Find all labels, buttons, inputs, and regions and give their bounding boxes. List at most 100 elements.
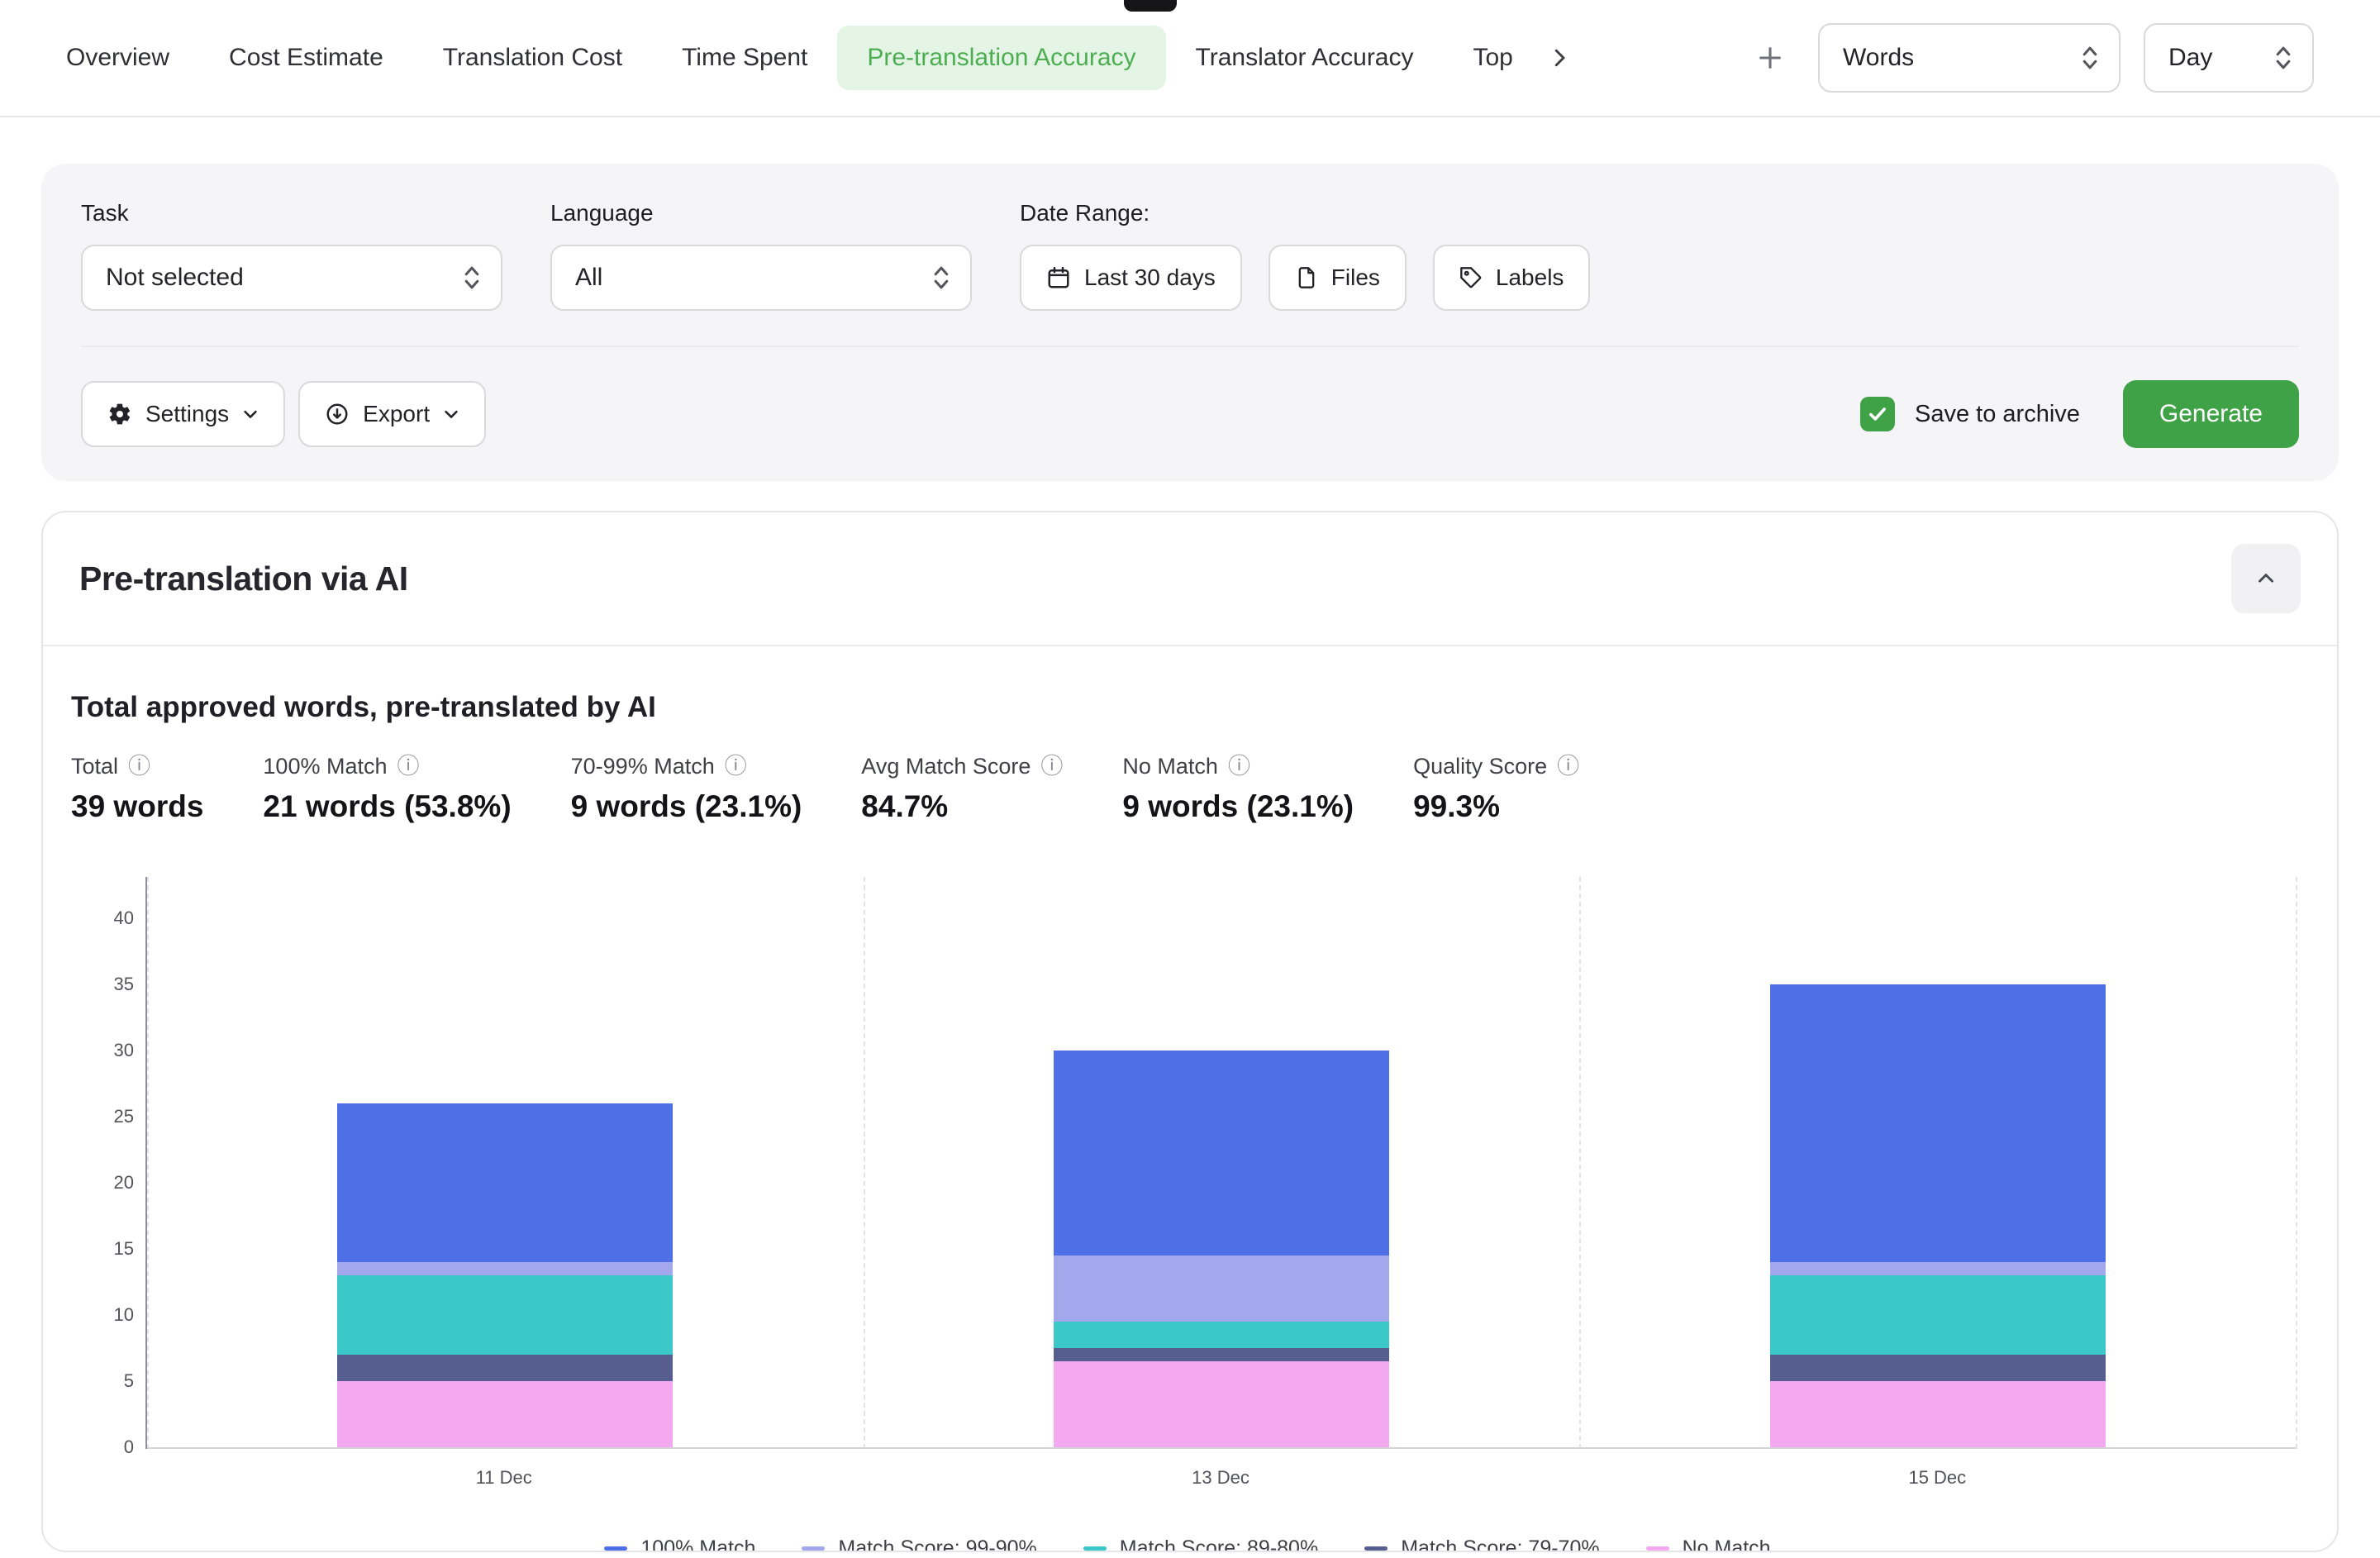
vertical-gridline [2296, 877, 2297, 1449]
info-icon[interactable]: ⓘ [397, 755, 420, 778]
legend-item: Match Score: 79-70% [1364, 1537, 1599, 1552]
export-label: Export [363, 401, 430, 427]
download-icon [325, 402, 350, 426]
export-button[interactable]: Export [298, 381, 486, 447]
tab-time-spent[interactable]: Time Spent [652, 26, 837, 90]
stat-value: 21 words (53.8%) [263, 789, 511, 824]
check-icon [1867, 403, 1888, 425]
vertical-gridline [864, 877, 865, 1449]
legend-swatch [1646, 1546, 1669, 1551]
stat-label: Quality Score [1413, 754, 1547, 779]
info-icon[interactable]: ⓘ [1557, 755, 1579, 778]
bar-segment[interactable] [1054, 1322, 1389, 1348]
tabs-scroll-right-button[interactable] [1535, 33, 1584, 83]
y-axis-tick-label: 15 [68, 1238, 134, 1260]
stat-value: 9 words (23.1%) [571, 789, 802, 824]
vertical-gridline [1579, 877, 1581, 1449]
tab-top[interactable]: Top [1444, 26, 1535, 90]
chart-plot: 0510152025303540 [145, 877, 2296, 1449]
tab-cost-estimate[interactable]: Cost Estimate [199, 26, 413, 90]
y-axis-tick-label: 30 [68, 1040, 134, 1061]
y-axis-tick-label: 0 [68, 1437, 134, 1458]
bar-segment[interactable] [1770, 1381, 2106, 1447]
info-icon[interactable]: ⓘ [1228, 755, 1250, 778]
settings-button[interactable]: Settings [81, 381, 285, 447]
legend-label: Match Score: 89-80% [1120, 1537, 1318, 1552]
select-stepper-icon [2081, 44, 2099, 72]
bar-segment[interactable] [337, 1275, 673, 1355]
save-to-archive-label: Save to archive [1915, 401, 2080, 428]
bar-segment[interactable] [1770, 1262, 2106, 1275]
tab-pre-translation-accuracy[interactable]: Pre-translation Accuracy [837, 26, 1165, 90]
bar-segment[interactable] [1054, 1255, 1389, 1322]
info-icon[interactable]: ⓘ [1040, 755, 1063, 778]
period-select[interactable]: Day [2144, 23, 2314, 93]
caret-down-icon [242, 406, 259, 422]
language-field: Language All [550, 200, 972, 311]
vertical-gridline [147, 877, 149, 1449]
stat-70-99-match: 70-99% Match ⓘ 9 words (23.1%) [571, 754, 802, 824]
legend-swatch [604, 1546, 627, 1551]
bar-segment[interactable] [1770, 1275, 2106, 1355]
generate-button[interactable]: Generate [2123, 380, 2299, 448]
stat-value: 99.3% [1413, 789, 1579, 824]
stat-total: Total ⓘ 39 words [71, 754, 203, 824]
bar-segment[interactable] [337, 1262, 673, 1275]
date-range-field: Date Range: Last 30 days Files [1020, 200, 1590, 311]
stacked-bar-15-dec[interactable] [1770, 984, 2106, 1447]
date-range-label: Date Range: [1020, 200, 1590, 226]
language-label: Language [550, 200, 972, 226]
chart-legend: 100% Match Match Score: 99-90% Match Score… [71, 1537, 2304, 1552]
tag-icon [1459, 266, 1483, 289]
y-axis-tick-label: 5 [68, 1370, 134, 1392]
info-icon[interactable]: ⓘ [725, 755, 747, 778]
labels-filter-label: Labels [1496, 264, 1564, 291]
gear-icon [107, 402, 132, 426]
bar-segment[interactable] [1770, 984, 2106, 1262]
select-stepper-icon [2274, 44, 2292, 72]
files-filter-button[interactable]: Files [1269, 245, 1407, 311]
stat-label: No Match [1122, 754, 1218, 779]
pre-translation-report-card: Pre-translation via AI Total approved wo… [41, 511, 2339, 1552]
stat-quality-score: Quality Score ⓘ 99.3% [1413, 754, 1579, 824]
plus-icon [1756, 44, 1784, 72]
language-select[interactable]: All [550, 245, 972, 311]
legend-label: Match Score: 99-90% [838, 1537, 1036, 1552]
stacked-bar-13-dec[interactable] [1054, 1051, 1389, 1447]
tab-translator-accuracy[interactable]: Translator Accuracy [1166, 26, 1444, 90]
chevron-right-icon [1547, 45, 1572, 70]
stats-row: Total ⓘ 39 words 100% Match ⓘ 21 words (… [71, 754, 2304, 824]
bar-segment[interactable] [337, 1355, 673, 1381]
legend-item: No Match [1646, 1537, 1771, 1552]
tab-overview[interactable]: Overview [36, 26, 199, 90]
bar-segment[interactable] [1054, 1361, 1389, 1447]
stat-avg-match-score: Avg Match Score ⓘ 84.7% [861, 754, 1063, 824]
bar-segment[interactable] [1054, 1348, 1389, 1361]
caret-down-icon [443, 406, 459, 422]
bar-segment[interactable] [337, 1381, 673, 1447]
task-field: Task Not selected [81, 200, 502, 311]
legend-item: Match Score: 99-90% [802, 1537, 1036, 1552]
legend-label: No Match [1683, 1537, 1771, 1552]
settings-label: Settings [145, 401, 229, 427]
bar-segment[interactable] [1770, 1355, 2106, 1381]
unit-select[interactable]: Words [1818, 23, 2121, 93]
legend-swatch [802, 1546, 825, 1551]
labels-filter-button[interactable]: Labels [1433, 245, 1591, 311]
x-axis-label: 11 Dec [145, 1467, 862, 1489]
legend-item: 100% Match [604, 1537, 755, 1552]
tab-translation-cost[interactable]: Translation Cost [413, 26, 652, 90]
y-axis-tick-label: 20 [68, 1172, 134, 1194]
bar-segment[interactable] [1054, 1051, 1389, 1255]
date-range-button[interactable]: Last 30 days [1020, 245, 1242, 311]
save-to-archive-checkbox[interactable] [1860, 397, 1895, 431]
info-icon[interactable]: ⓘ [128, 755, 150, 778]
bar-segment[interactable] [337, 1103, 673, 1262]
collapse-card-button[interactable] [2231, 544, 2301, 613]
add-report-tab-button[interactable] [1745, 33, 1795, 83]
select-stepper-icon [463, 264, 481, 292]
task-select[interactable]: Not selected [81, 245, 502, 311]
task-select-value: Not selected [106, 264, 244, 292]
unit-select-value: Words [1843, 44, 1914, 72]
stacked-bar-11-dec[interactable] [337, 1103, 673, 1447]
